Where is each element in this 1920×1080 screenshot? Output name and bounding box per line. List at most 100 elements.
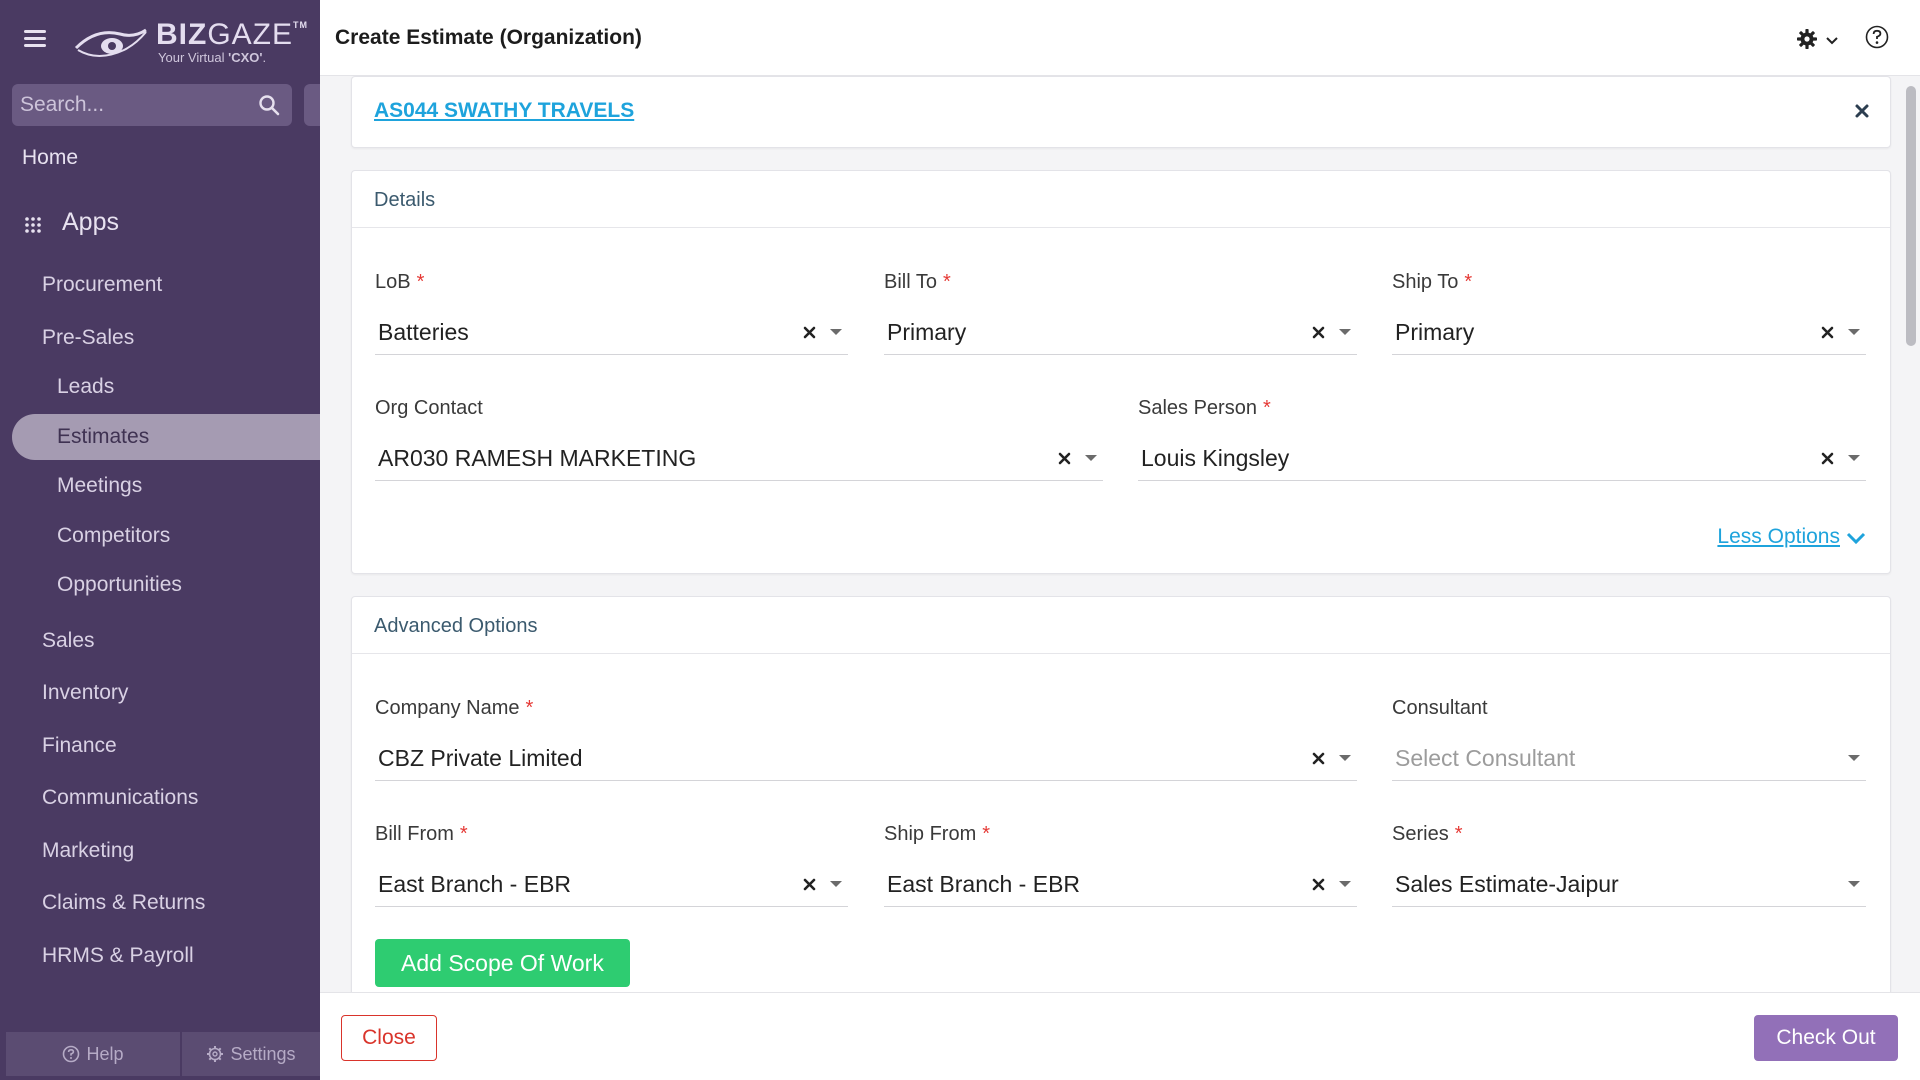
org-contact-label: Org Contact bbox=[375, 397, 483, 419]
ship-to-label: Ship To * bbox=[1392, 271, 1473, 293]
caret-down-icon bbox=[1339, 755, 1351, 761]
lob-select[interactable]: Batteries bbox=[375, 307, 848, 355]
clear-icon[interactable] bbox=[1312, 326, 1325, 339]
sidebar-item-opportunities[interactable]: Opportunities bbox=[57, 573, 182, 597]
org-contact-field: Org Contact AR030 RAMESH MARKETING bbox=[375, 397, 1103, 483]
caret-down-icon bbox=[1339, 881, 1351, 887]
sidebar-item-inventory[interactable]: Inventory bbox=[42, 681, 128, 705]
ship-from-field: Ship From * East Branch - EBR bbox=[884, 823, 1357, 909]
company-name-label: Company Name * bbox=[375, 697, 534, 719]
account-card: AS044 SWATHY TRAVELS bbox=[351, 76, 1891, 148]
series-label: Series * bbox=[1392, 823, 1463, 845]
scrollbar-thumb[interactable] bbox=[1906, 86, 1916, 346]
add-scope-of-work-button[interactable]: Add Scope Of Work bbox=[375, 939, 630, 987]
help-label: Help bbox=[86, 1043, 124, 1064]
sidebar-item-estimates-label: Estimates bbox=[57, 425, 150, 448]
advanced-options-title: Advanced Options bbox=[374, 615, 538, 637]
caret-down-icon bbox=[1085, 455, 1097, 461]
clear-icon[interactable] bbox=[1821, 452, 1834, 465]
caret-down-icon bbox=[1848, 881, 1860, 887]
sidebar-item-leads[interactable]: Leads bbox=[57, 375, 114, 399]
sidebar-item-sales[interactable]: Sales bbox=[42, 629, 95, 653]
org-contact-select[interactable]: AR030 RAMESH MARKETING bbox=[375, 433, 1103, 481]
bill-from-select[interactable]: East Branch - EBR bbox=[375, 859, 848, 907]
question-circle-icon bbox=[63, 1045, 80, 1063]
account-link[interactable]: AS044 SWATHY TRAVELS bbox=[374, 99, 634, 123]
settings-label: Settings bbox=[230, 1043, 296, 1064]
series-select[interactable]: Sales Estimate-Jaipur bbox=[1392, 859, 1866, 907]
sidebar-footer: Help Settings bbox=[0, 1030, 320, 1080]
company-name-select[interactable]: CBZ Private Limited bbox=[375, 733, 1357, 781]
clear-icon[interactable] bbox=[1058, 452, 1071, 465]
ship-to-select[interactable]: Primary bbox=[1392, 307, 1866, 355]
content-scrollbar[interactable] bbox=[1902, 76, 1920, 992]
brand-name: BIZGAZETM bbox=[156, 18, 309, 51]
sidebar-item-hrms-payroll[interactable]: HRMS & Payroll bbox=[42, 944, 194, 968]
ship-from-select[interactable]: East Branch - EBR bbox=[884, 859, 1357, 907]
details-title: Details bbox=[374, 189, 436, 211]
gear-icon bbox=[1797, 29, 1817, 49]
lob-field: LoB * Batteries bbox=[375, 271, 848, 357]
sidebar-item-claims-returns[interactable]: Claims & Returns bbox=[42, 891, 205, 915]
sidebar-item-communications[interactable]: Communications bbox=[42, 786, 198, 810]
sidebar-item-meetings[interactable]: Meetings bbox=[57, 474, 142, 498]
apps-grid-icon bbox=[25, 217, 41, 233]
sales-person-select[interactable]: Louis Kingsley bbox=[1138, 433, 1866, 481]
chevron-down-icon bbox=[1846, 532, 1866, 545]
caret-down-icon bbox=[830, 329, 842, 335]
less-options-link[interactable]: Less Options bbox=[1717, 525, 1866, 549]
hamburger-icon[interactable] bbox=[24, 30, 46, 48]
sidebar-header: BIZGAZETM Your Virtual 'CXO'. bbox=[0, 0, 320, 80]
bill-from-field: Bill From * East Branch - EBR bbox=[375, 823, 848, 909]
bottom-action-bar: Close Check Out bbox=[320, 992, 1920, 1080]
sales-person-label: Sales Person * bbox=[1138, 397, 1271, 419]
ship-from-label: Ship From * bbox=[884, 823, 991, 845]
brand-logo[interactable]: BIZGAZETM Your Virtual 'CXO'. bbox=[72, 16, 307, 68]
settings-menu-button[interactable] bbox=[1796, 26, 1844, 52]
bill-to-select[interactable]: Primary bbox=[884, 307, 1357, 355]
advanced-options-card: Advanced Options Company Name * CBZ Priva… bbox=[351, 596, 1891, 992]
sidebar-item-procurement[interactable]: Procurement bbox=[42, 273, 162, 297]
clear-icon[interactable] bbox=[1821, 326, 1834, 339]
bill-from-label: Bill From * bbox=[375, 823, 468, 845]
details-header: Details bbox=[352, 171, 1890, 228]
caret-down-icon bbox=[1339, 329, 1351, 335]
main-panel: Create Estimate (Organization) AS044 SWA… bbox=[320, 0, 1920, 1080]
series-field: Series * Sales Estimate-Jaipur bbox=[1392, 823, 1866, 909]
bill-to-field: Bill To * Primary bbox=[884, 271, 1357, 357]
logo-eye-icon bbox=[74, 28, 147, 57]
help-button[interactable]: Help bbox=[6, 1032, 180, 1076]
caret-down-icon bbox=[1848, 755, 1860, 761]
ship-to-field: Ship To * Primary bbox=[1392, 271, 1866, 357]
sidebar-item-marketing[interactable]: Marketing bbox=[42, 839, 134, 863]
sidebar-item-competitors[interactable]: Competitors bbox=[57, 524, 170, 548]
clear-icon[interactable] bbox=[1312, 878, 1325, 891]
close-icon[interactable] bbox=[1854, 103, 1870, 119]
search-box bbox=[12, 84, 292, 126]
caret-down-icon bbox=[1848, 455, 1860, 461]
clear-icon[interactable] bbox=[803, 326, 816, 339]
check-out-button[interactable]: Check Out bbox=[1754, 1015, 1898, 1061]
gear-icon bbox=[207, 1046, 224, 1062]
sidebar-item-pre-sales[interactable]: Pre-Sales bbox=[42, 326, 134, 350]
advanced-options-header: Advanced Options bbox=[352, 597, 1890, 654]
close-button[interactable]: Close bbox=[341, 1015, 437, 1061]
search-input[interactable] bbox=[12, 84, 252, 126]
caret-down-icon bbox=[830, 881, 842, 887]
clear-icon[interactable] bbox=[1312, 752, 1325, 765]
lob-label: LoB * bbox=[375, 271, 425, 293]
nav-home[interactable]: Home bbox=[22, 146, 78, 170]
clear-icon[interactable] bbox=[803, 878, 816, 891]
sidebar-item-estimates[interactable]: Estimates bbox=[12, 414, 320, 460]
consultant-select[interactable]: Select Consultant bbox=[1392, 733, 1866, 781]
chevron-down-icon bbox=[1826, 37, 1838, 45]
help-circle-icon[interactable] bbox=[1864, 24, 1890, 50]
details-card: Details LoB * Batteries Bill To * Primary bbox=[351, 170, 1891, 574]
sidebar-item-finance[interactable]: Finance bbox=[42, 734, 117, 758]
settings-button[interactable]: Settings bbox=[182, 1032, 320, 1076]
brand-tagline: Your Virtual 'CXO'. bbox=[158, 50, 267, 65]
consultant-field: Consultant Select Consultant bbox=[1392, 697, 1866, 783]
top-bar: Create Estimate (Organization) bbox=[320, 0, 1920, 76]
search-side-tab bbox=[304, 84, 320, 126]
search-icon[interactable] bbox=[258, 94, 280, 116]
